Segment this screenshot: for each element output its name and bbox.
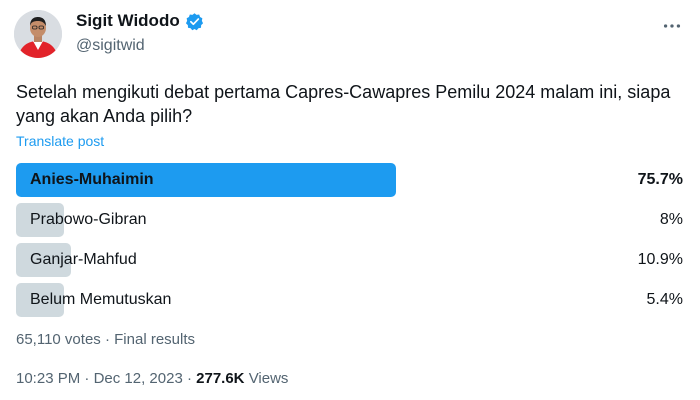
avatar-image <box>14 10 62 58</box>
poll-option-percent: 75.7% <box>637 171 683 188</box>
poll-option-label: Anies-Muhaimin <box>30 171 154 188</box>
poll-option: Belum Memutuskan 5.4% <box>16 283 683 317</box>
verified-badge-icon <box>185 12 204 31</box>
views-label: Views <box>248 370 289 387</box>
poll-option-label: Belum Memutuskan <box>30 291 172 308</box>
author-handle[interactable]: @sigitwid <box>76 37 145 55</box>
translate-post-link[interactable]: Translate post <box>16 133 104 149</box>
more-horizontal-icon[interactable] <box>660 14 684 38</box>
tweet-time[interactable]: 10:23 PM <box>16 370 80 387</box>
avatar[interactable] <box>14 10 62 58</box>
tweet-card: Sigit Widodo @sigitwid Setelah mengikuti… <box>0 0 700 400</box>
author-display-name[interactable]: Sigit Widodo <box>76 11 180 31</box>
poll-option-label: Ganjar-Mahfud <box>30 251 137 268</box>
poll-votes: 65,110 votes <box>16 331 101 348</box>
poll-option-percent: 10.9% <box>637 251 683 268</box>
timestamp-row: 10:23 PM · Dec 12, 2023 · 277.6K Views <box>16 370 288 387</box>
views-count[interactable]: 277.6K <box>196 370 244 387</box>
timestamp-separator-2: · <box>186 370 192 387</box>
poll-option-percent: 8% <box>659 211 683 228</box>
timestamp-separator: · <box>84 370 90 387</box>
poll-meta: 65,110 votes · Final results <box>16 331 195 348</box>
tweet-date[interactable]: Dec 12, 2023 <box>94 370 183 387</box>
poll-option: Ganjar-Mahfud 10.9% <box>16 243 683 277</box>
poll-option-percent: 5.4% <box>646 291 683 308</box>
author-name-row: Sigit Widodo <box>76 11 204 31</box>
poll-option: Prabowo-Gibran 8% <box>16 203 683 237</box>
poll-meta-separator: · <box>104 331 110 348</box>
poll-option: Anies-Muhaimin 75.7% <box>16 163 683 197</box>
poll: Anies-Muhaimin 75.7% Prabowo-Gibran 8% Ganja… <box>16 163 683 323</box>
poll-option-label: Prabowo-Gibran <box>30 211 147 228</box>
poll-status: Final results <box>114 331 195 348</box>
tweet-text: Setelah mengikuti debat pertama Capres-C… <box>16 82 671 126</box>
